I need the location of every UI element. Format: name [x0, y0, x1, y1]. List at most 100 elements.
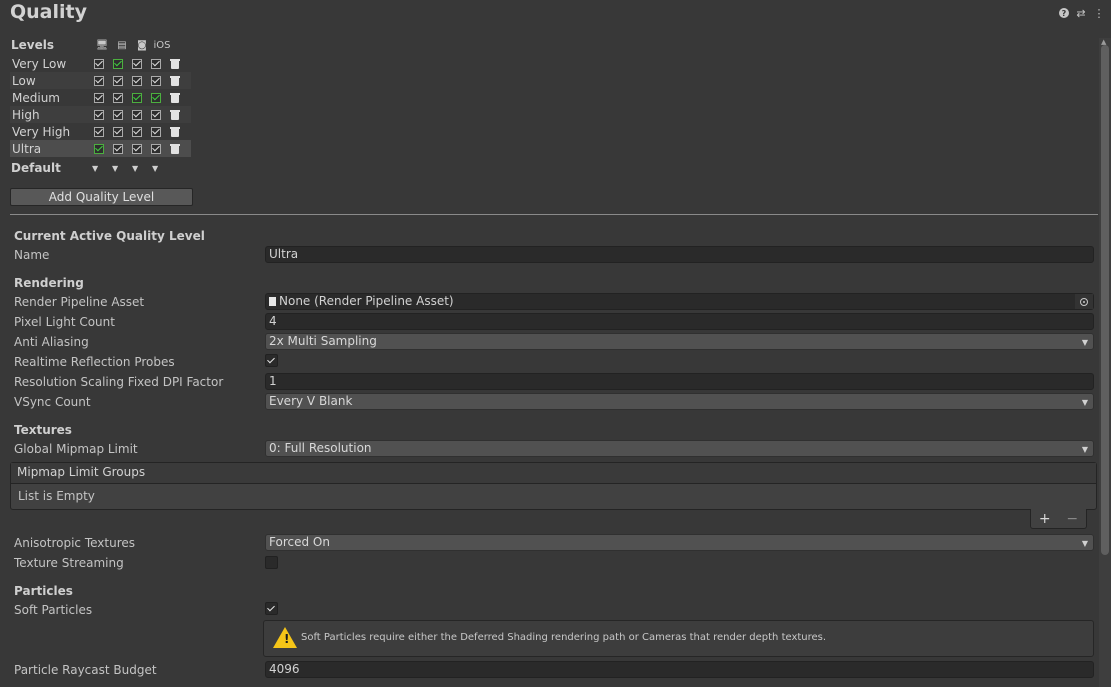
level-platform-checkbox[interactable]	[151, 143, 161, 154]
trash-icon[interactable]	[170, 109, 180, 120]
reflection-probes-label: Realtime Reflection Probes	[14, 355, 175, 369]
level-platform-checkbox[interactable]	[94, 58, 104, 69]
level-name: Low	[12, 73, 36, 88]
reflection-probes-checkbox[interactable]	[265, 354, 278, 367]
scrollbar-thumb[interactable]	[1101, 45, 1109, 555]
pipeline-label: Render Pipeline Asset	[14, 295, 145, 309]
level-platform-checkbox[interactable]	[113, 126, 123, 137]
level-name: Ultra	[12, 141, 42, 156]
trash-icon[interactable]	[170, 143, 180, 154]
help-icon[interactable]: ?	[1059, 8, 1069, 18]
ios-icon: iOS	[153, 39, 171, 51]
vsync-dropdown[interactable]: Every V Blank ▼	[265, 393, 1094, 410]
current-level-heading: Current Active Quality Level	[14, 229, 205, 243]
level-platform-checkbox[interactable]	[113, 92, 123, 103]
warning-icon-mark: !	[284, 632, 290, 646]
vertical-scrollbar[interactable]: ▲	[1099, 38, 1111, 687]
texture-streaming-checkbox[interactable]	[265, 556, 278, 569]
header-toolbar: ? ⇄ ⋮	[1059, 6, 1105, 20]
levels-label: Levels	[11, 38, 55, 52]
vsync-value: Every V Blank	[269, 394, 353, 408]
target-icon	[1080, 297, 1088, 306]
mipmap-limit-value: 0: Full Resolution	[269, 441, 372, 455]
level-platform-checkbox[interactable]	[132, 75, 142, 86]
standalone-icon: 🖥	[95, 39, 109, 51]
pipeline-field[interactable]: None (Render Pipeline Asset)	[265, 293, 1094, 310]
object-picker-button[interactable]	[1075, 294, 1093, 309]
name-label: Name	[14, 248, 50, 262]
level-platform-checkbox[interactable]	[132, 109, 142, 120]
platform-icons: 🖥 ▤ ◙ iOS	[92, 38, 172, 52]
level-row[interactable]: Ultra	[10, 140, 191, 157]
default-dropdown-android[interactable]: ▼	[132, 164, 152, 173]
raycast-budget-field[interactable]: 4096	[265, 661, 1094, 678]
level-platform-checkbox[interactable]	[94, 92, 104, 103]
chevron-down-icon: ▼	[1081, 338, 1088, 347]
soft-particles-warning: ! Soft Particles require either the Defe…	[263, 620, 1094, 657]
level-row[interactable]: Low	[10, 72, 191, 89]
pixel-light-field[interactable]: 4	[265, 313, 1094, 330]
level-row[interactable]: Medium	[10, 89, 191, 106]
level-platform-checkbox[interactable]	[132, 58, 142, 69]
level-platform-checkbox[interactable]	[132, 143, 142, 154]
level-platform-checkbox[interactable]	[94, 109, 104, 120]
name-field[interactable]: Ultra	[265, 246, 1094, 263]
level-platform-checkbox[interactable]	[151, 58, 161, 69]
level-platform-checkbox[interactable]	[113, 58, 123, 69]
mipmap-groups-list: Mipmap Limit Groups List is Empty	[10, 462, 1097, 510]
android-icon: ◙	[137, 39, 147, 51]
level-platform-checkbox[interactable]	[151, 126, 161, 137]
chevron-down-icon: ▼	[1081, 398, 1088, 407]
divider	[10, 214, 1098, 215]
soft-particles-label: Soft Particles	[14, 603, 93, 617]
default-dropdown-ios[interactable]: ▼	[152, 164, 172, 173]
list-header	[11, 463, 1096, 484]
asset-file-icon	[269, 297, 276, 306]
mipmap-limit-label: Global Mipmap Limit	[14, 442, 138, 456]
level-platform-checkbox[interactable]	[94, 75, 104, 86]
list-add-button[interactable]: +	[1039, 511, 1051, 527]
level-row[interactable]: Very Low	[10, 55, 191, 72]
level-platform-checkbox[interactable]	[94, 143, 104, 154]
level-platform-checkbox[interactable]	[132, 92, 142, 103]
pixel-light-label: Pixel Light Count	[14, 315, 115, 329]
list-remove-button[interactable]: −	[1066, 511, 1078, 527]
trash-icon[interactable]	[170, 126, 180, 137]
preset-icon[interactable]: ⇄	[1075, 6, 1087, 20]
default-dropdown-standalone[interactable]: ▼	[92, 164, 112, 173]
level-platform-checkbox[interactable]	[113, 109, 123, 120]
level-row[interactable]: Very High	[10, 123, 191, 140]
anisotropic-label: Anisotropic Textures	[14, 536, 136, 550]
server-icon: ▤	[117, 39, 127, 51]
list-title: Mipmap Limit Groups	[17, 465, 146, 479]
trash-icon[interactable]	[170, 58, 180, 69]
dpi-factor-field[interactable]: 1	[265, 373, 1094, 390]
trash-icon[interactable]	[170, 92, 180, 103]
anti-aliasing-value: 2x Multi Sampling	[269, 334, 377, 348]
level-platform-checkbox[interactable]	[113, 143, 123, 154]
anti-aliasing-label: Anti Aliasing	[14, 335, 89, 349]
texture-streaming-label: Texture Streaming	[14, 556, 124, 570]
chevron-down-icon: ▼	[1081, 445, 1088, 454]
soft-particles-checkbox[interactable]	[265, 602, 278, 615]
trash-icon[interactable]	[170, 75, 180, 86]
vsync-label: VSync Count	[14, 395, 91, 409]
raycast-budget-label: Particle Raycast Budget	[14, 663, 157, 677]
level-platform-checkbox[interactable]	[113, 75, 123, 86]
textures-heading: Textures	[14, 423, 72, 437]
anisotropic-dropdown[interactable]: Forced On ▼	[265, 534, 1094, 551]
level-row[interactable]: High	[10, 106, 191, 123]
default-label: Default	[11, 161, 61, 175]
list-empty-text: List is Empty	[18, 489, 95, 503]
level-platform-checkbox[interactable]	[151, 92, 161, 103]
anti-aliasing-dropdown[interactable]: 2x Multi Sampling ▼	[265, 333, 1094, 350]
default-dropdown-server[interactable]: ▼	[112, 164, 132, 173]
level-platform-checkbox[interactable]	[151, 75, 161, 86]
level-platform-checkbox[interactable]	[151, 109, 161, 120]
mipmap-limit-dropdown[interactable]: 0: Full Resolution ▼	[265, 440, 1094, 457]
level-platform-checkbox[interactable]	[94, 126, 104, 137]
add-quality-level-button[interactable]: Add Quality Level	[10, 188, 193, 206]
level-platform-checkbox[interactable]	[132, 126, 142, 137]
more-menu-icon[interactable]: ⋮	[1093, 6, 1105, 20]
particles-heading: Particles	[14, 584, 73, 598]
